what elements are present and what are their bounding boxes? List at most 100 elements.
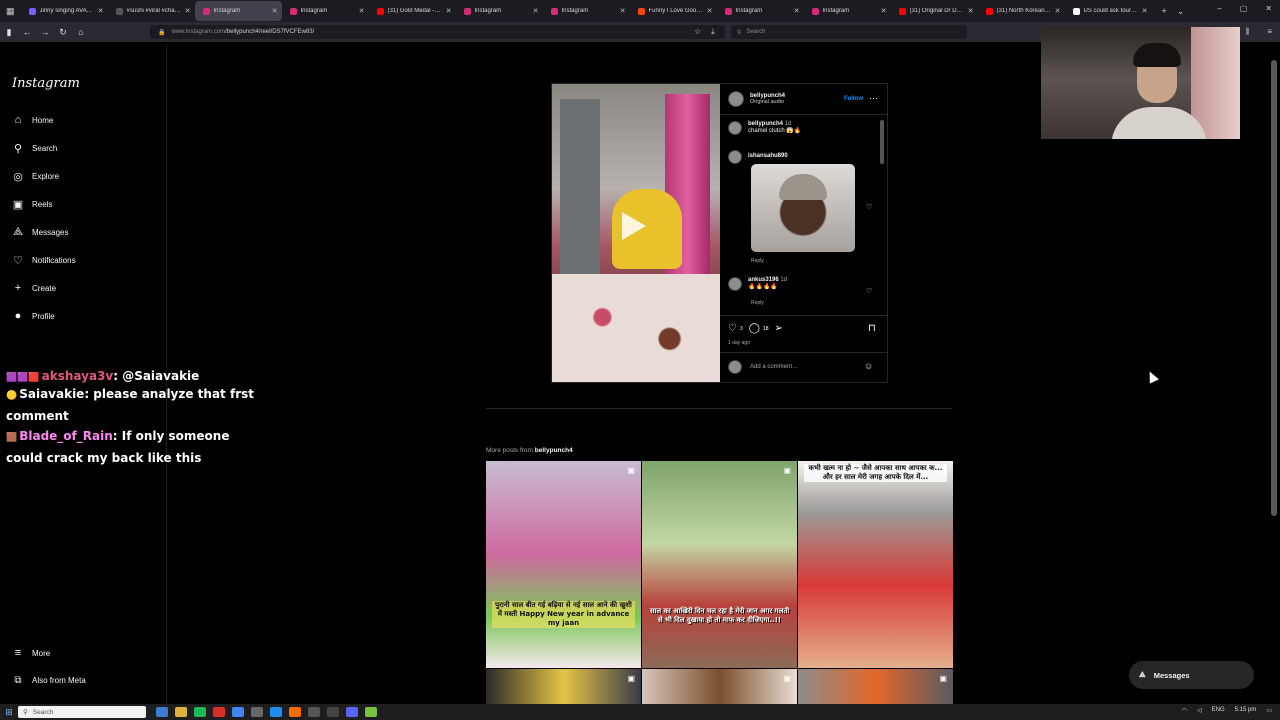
app-icon[interactable] <box>327 707 339 717</box>
spotify-icon[interactable] <box>194 707 206 717</box>
like-comment-icon[interactable]: ♡ <box>866 203 872 211</box>
post-tile[interactable]: ▣ <box>486 669 641 705</box>
close-tab-icon[interactable]: ✕ <box>272 7 278 15</box>
messages-button[interactable]: ⟁ Messages <box>1129 661 1254 689</box>
close-tab-icon[interactable]: ✕ <box>446 7 452 15</box>
comments-scrollbar[interactable] <box>880 120 884 164</box>
sidebar-item-search[interactable]: ⚲ Search <box>12 142 57 155</box>
browser-tab[interactable]: #sushi #viral #challen ✕ <box>108 1 195 21</box>
notifications-icon[interactable]: ▭ <box>1266 707 1272 714</box>
instagram-logo[interactable]: Instagram <box>12 76 80 91</box>
close-tab-icon[interactable]: ✕ <box>1142 7 1148 15</box>
browser-tab[interactable]: Instagram ✕ <box>456 1 543 21</box>
close-tab-icon[interactable]: ✕ <box>533 7 539 15</box>
browser-tab[interactable]: (31) North Koreans W ✕ <box>978 1 1065 21</box>
reply-button[interactable]: Reply <box>751 300 764 306</box>
tab-list-icon[interactable]: ▦ <box>6 6 15 17</box>
more-options-icon[interactable]: ⋯ <box>869 93 878 104</box>
app-icon[interactable] <box>232 707 244 717</box>
post-tile[interactable]: ▣ <box>798 669 953 705</box>
sidebar-item-profile[interactable]: ● Profile <box>12 310 55 322</box>
comment-username[interactable]: ishansahu890 <box>748 153 788 164</box>
like-comment-icon[interactable]: ♡ <box>866 287 872 295</box>
browser-tab[interactable]: Instagram ✕ <box>804 1 891 21</box>
sidebar-toggle-icon[interactable]: ▮ <box>0 27 18 38</box>
sidebar-item-notifications[interactable]: ♡ Notifications <box>12 254 76 267</box>
maximize-icon[interactable]: ▢ <box>1240 4 1248 13</box>
firefox-icon[interactable] <box>289 707 301 717</box>
emoji-icon[interactable]: ☺ <box>864 361 873 371</box>
reply-button[interactable]: Reply <box>751 258 764 264</box>
close-tab-icon[interactable]: ✕ <box>881 7 887 15</box>
save-icon[interactable]: ⊓ <box>868 323 876 334</box>
sidebar-item-create[interactable]: + Create <box>12 282 56 294</box>
home-button[interactable]: ⌂ <box>72 27 90 37</box>
post-audio[interactable]: Original audio <box>750 99 785 105</box>
taskbar-search[interactable]: ⚲ Search <box>18 706 146 718</box>
close-tab-icon[interactable]: ✕ <box>359 7 365 15</box>
page-scrollbar[interactable] <box>1271 60 1277 516</box>
post-tile[interactable]: ▣ पुरानी साल बीत गई बढ़िया से नई साल आने… <box>486 461 641 668</box>
avatar[interactable] <box>728 91 744 107</box>
app-icon[interactable] <box>308 707 320 717</box>
more-posts-user[interactable]: bellypunch4 <box>535 447 573 454</box>
download-icon[interactable]: ⤓ <box>711 27 715 37</box>
close-window-icon[interactable]: ✕ <box>1265 4 1272 13</box>
play-icon[interactable] <box>622 212 646 240</box>
app-icon[interactable] <box>213 707 225 717</box>
browser-search-input[interactable]: ⚲ Search <box>731 25 967 39</box>
wifi-icon[interactable]: ◠ <box>1182 707 1187 714</box>
reel-video[interactable] <box>552 84 720 382</box>
post-tile[interactable]: ▣ साल का आखिरी दिन चल रहा है मेरी जान अग… <box>642 461 797 668</box>
language-indicator[interactable]: ENG <box>1212 707 1225 714</box>
menu-icon[interactable]: ≡ <box>1267 27 1272 37</box>
browser-tab[interactable]: Jinny singing AVAVA - ✕ <box>21 1 108 21</box>
app-icon[interactable] <box>251 707 263 717</box>
browser-tab[interactable]: Instagram ✕ <box>194 1 282 21</box>
reload-button[interactable]: ↻ <box>54 27 72 38</box>
clock[interactable]: 5:15 pm <box>1235 707 1257 714</box>
sidebar-item-messages[interactable]: ⟁ Messages <box>12 226 68 239</box>
tab-overflow-icon[interactable]: ⌄ <box>1177 6 1185 17</box>
windows-start-icon[interactable]: ⊞ <box>0 707 18 718</box>
avatar[interactable] <box>728 277 742 291</box>
bookmark-star-icon[interactable]: ☆ <box>694 27 701 37</box>
sidebar-also-from-meta[interactable]: ⧉ Also from Meta <box>12 675 85 686</box>
share-icon[interactable]: ➢ <box>775 323 783 334</box>
browser-tab[interactable]: (31) Original Dr Donu ✕ <box>891 1 978 21</box>
sidebar-item-reels[interactable]: ▣ Reels <box>12 198 53 211</box>
sidebar-item-home[interactable]: ⌂ Home <box>12 114 54 126</box>
sidebar-more[interactable]: ≡ More <box>12 647 50 659</box>
address-bar[interactable]: 🔒 www.instagram.com/bellypunch4/reel/DS7… <box>150 25 725 39</box>
close-tab-icon[interactable]: ✕ <box>620 7 626 15</box>
browser-tab[interactable]: Instagram ✕ <box>543 1 630 21</box>
browser-tab[interactable]: Instagram ✕ <box>717 1 804 21</box>
follow-button[interactable]: Follow <box>844 96 863 102</box>
close-tab-icon[interactable]: ✕ <box>185 7 191 15</box>
comment-gif[interactable] <box>751 164 855 252</box>
post-tile[interactable]: ▣ <box>642 669 797 705</box>
forward-button[interactable]: → <box>36 27 54 37</box>
close-tab-icon[interactable]: ✕ <box>794 7 800 15</box>
back-button[interactable]: ← <box>18 27 36 37</box>
library-icon[interactable]: ⫼ <box>1246 27 1250 37</box>
browser-tab[interactable]: (31) Gold Medal - FS ✕ <box>369 1 456 21</box>
browser-tab[interactable]: US could ask tourists ✕ <box>1065 1 1152 21</box>
app-icon[interactable] <box>270 707 282 717</box>
add-comment-field[interactable]: Add a comment… <box>728 360 798 374</box>
app-icon[interactable] <box>365 707 377 717</box>
close-tab-icon[interactable]: ✕ <box>968 7 974 15</box>
like-icon[interactable]: ♡ <box>728 323 737 334</box>
avatar[interactable] <box>728 121 742 135</box>
close-tab-icon[interactable]: ✕ <box>1055 7 1061 15</box>
browser-tab[interactable]: Funny I Love Gooning ✕ <box>630 1 717 21</box>
comment-icon[interactable]: ◯ <box>749 323 760 334</box>
discord-icon[interactable] <box>346 707 358 717</box>
close-tab-icon[interactable]: ✕ <box>98 7 104 15</box>
volume-icon[interactable]: ◁ <box>1197 707 1202 714</box>
minimize-icon[interactable]: – <box>1217 4 1221 13</box>
app-icon[interactable] <box>156 707 168 717</box>
folder-icon[interactable] <box>175 707 187 717</box>
sidebar-item-explore[interactable]: ◎ Explore <box>12 170 59 183</box>
browser-tab[interactable]: Instagram ✕ <box>282 1 369 21</box>
